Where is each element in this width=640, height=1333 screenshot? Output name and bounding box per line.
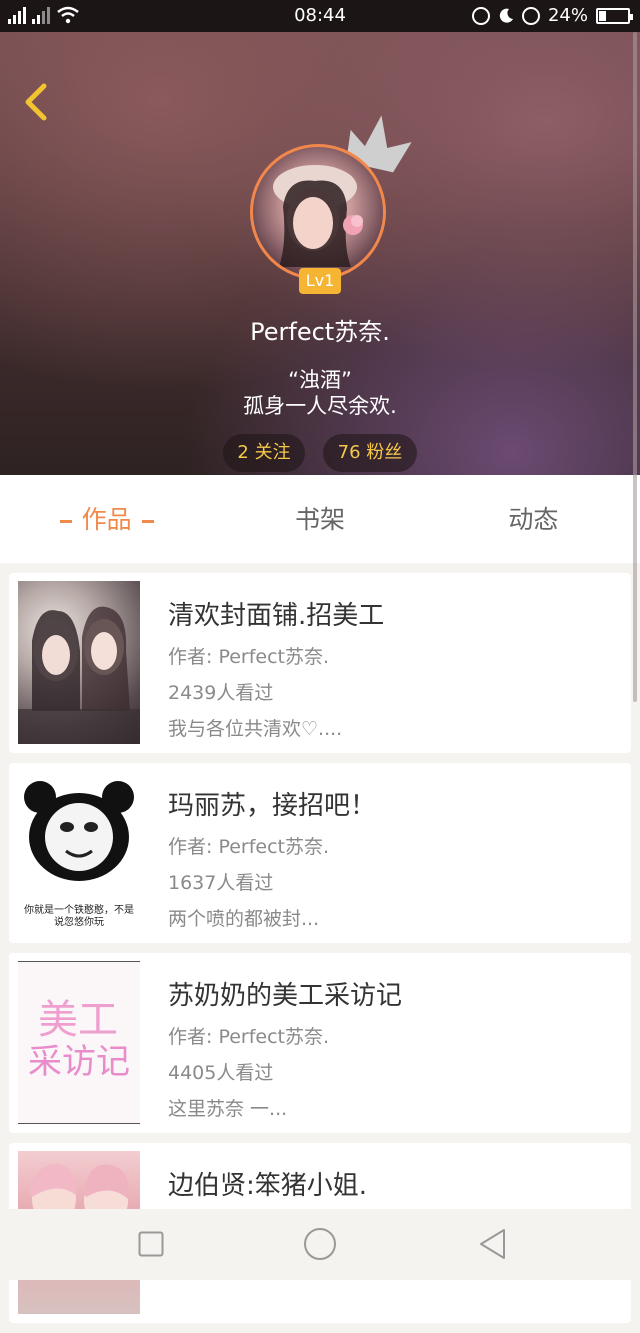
tab-indicator-right [141, 519, 154, 523]
battery-percent: 24% [547, 5, 588, 26]
book-info: 玛丽苏，接招吧！ 作者: Perfect苏奈. 1637人看过 两个喷的都被封.… [168, 785, 621, 931]
cover-art [18, 606, 140, 744]
profile-header: Lv1 Perfect苏奈. “浊酒” 孤身一人尽余欢. 2 关注 76 粉丝 [0, 32, 640, 475]
book-cover: 你就是一个铁憨憨，不是说忽悠你玩 [18, 771, 140, 934]
scrollbar[interactable] [633, 32, 637, 702]
avatar-photo [273, 165, 363, 267]
book-summary: 我与各位共清欢♡.... [168, 718, 343, 740]
book-summary: 这里苏奈 一... [168, 1098, 288, 1120]
book-cover: 美工 采访记 [18, 961, 140, 1124]
status-bar: 08:44 24% [0, 0, 640, 32]
book-summary: 两个喷的都被封... [168, 908, 320, 930]
panda-meme-art [24, 781, 134, 881]
tab-activity[interactable]: 动态 [427, 475, 640, 563]
fans-count-button[interactable]: 76 粉丝 [323, 434, 417, 472]
moon-icon [499, 8, 513, 23]
circle-icon[interactable] [303, 1227, 337, 1261]
battery-icon [596, 7, 633, 24]
book-views: 4405人看过 [168, 1062, 274, 1084]
square-icon[interactable] [138, 1231, 164, 1257]
list-item[interactable]: 你就是一个铁憨憨，不是说忽悠你玩 玛丽苏，接招吧！ 作者: Perfect苏奈.… [9, 763, 631, 943]
cover-title-bottom: 采访记 [28, 1042, 130, 1082]
system-nav-bar [0, 1209, 640, 1280]
book-info: 边伯贤:笨猪小姐. [168, 1165, 621, 1202]
tab-works[interactable]: 作品 [0, 475, 213, 563]
avatar-container[interactable] [250, 144, 390, 284]
book-title: 苏奶奶的美工采访记 [168, 981, 403, 1011]
book-title: 边伯贤:笨猪小姐. [168, 1171, 368, 1201]
profile-tabs: 作品 书架 动态 [0, 475, 640, 563]
following-count-button[interactable]: 2 关注 [223, 434, 305, 472]
book-author: 作者: Perfect苏奈. [168, 1026, 330, 1048]
rotation-lock-icon [521, 6, 540, 25]
tab-bookshelf-label: 书架 [294, 505, 345, 534]
book-author: 作者: Perfect苏奈. [168, 646, 330, 668]
chevron-left-icon[interactable] [18, 82, 58, 122]
tab-works-label: 作品 [81, 505, 132, 534]
list-item[interactable]: 清欢封面铺.招美工 作者: Perfect苏奈. 2439人看过 我与各位共清欢… [9, 573, 631, 753]
do-not-disturb-icon [471, 6, 490, 25]
tab-bookshelf[interactable]: 书架 [213, 475, 426, 563]
book-info: 苏奶奶的美工采访记 作者: Perfect苏奈. 4405人看过 这里苏奈 一.… [168, 975, 621, 1121]
avatar[interactable] [250, 144, 386, 280]
tab-activity-label: 动态 [508, 505, 559, 534]
book-author: 作者: Perfect苏奈. [168, 836, 330, 858]
username: Perfect苏奈. [250, 318, 390, 346]
bio-line-2: 孤身一人尽余欢. [243, 394, 397, 418]
cover-title-top: 美工 [38, 997, 118, 1043]
book-cover [18, 581, 140, 744]
book-title: 清欢封面铺.招美工 [168, 601, 385, 631]
book-views: 1637人看过 [168, 872, 274, 894]
triangle-back-icon[interactable] [478, 1228, 508, 1260]
book-title: 玛丽苏，接招吧！ [168, 791, 377, 821]
level-badge: Lv1 [299, 268, 341, 294]
book-views: 2439人看过 [168, 682, 274, 704]
tab-indicator-left [59, 519, 72, 523]
list-item[interactable]: 美工 采访记 苏奶奶的美工采访记 作者: Perfect苏奈. 4405人看过 … [9, 953, 631, 1133]
book-info: 清欢封面铺.招美工 作者: Perfect苏奈. 2439人看过 我与各位共清欢… [168, 595, 621, 741]
status-right: 24% [471, 5, 633, 26]
cover-caption: 你就是一个铁憨憨，不是说忽悠你玩 [24, 905, 134, 928]
